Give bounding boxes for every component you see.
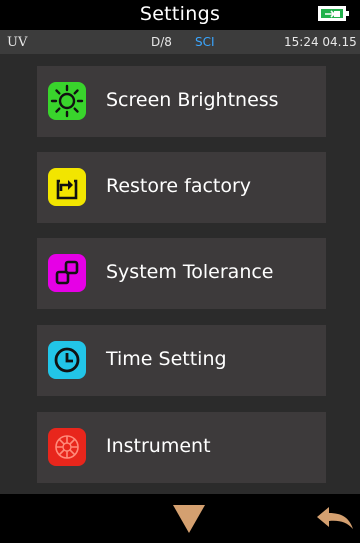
geometry-status: D/8 [151,35,172,49]
menu-item-label: Instrument [106,435,211,457]
menu-item-label: Time Setting [106,348,227,370]
menu-item-instrument[interactable]: Instrument [37,412,326,483]
light-source-status: UV [7,35,28,50]
settings-menu: Screen Brightness Restore factory System… [0,54,360,494]
measure-mode-status: SCI [195,35,215,49]
back-arrow-icon[interactable] [315,503,355,533]
menu-item-label: Screen Brightness [106,89,279,111]
menu-item-label: Restore factory [106,175,252,197]
restore-icon [48,168,86,206]
status-bar: UV D/8 SCI 15:24 04.15 [0,30,360,54]
battery-charging-icon [318,6,349,21]
title-bar: Settings [0,0,360,30]
menu-item-time-setting[interactable]: Time Setting [37,325,326,396]
menu-item-system-tolerance[interactable]: System Tolerance [37,238,326,309]
instrument-icon [48,428,86,466]
down-arrow-icon[interactable] [172,504,206,534]
page-title: Settings [139,3,221,25]
menu-item-screen-brightness[interactable]: Screen Brightness [37,66,326,137]
bottom-bar [0,494,360,543]
brightness-icon [48,82,86,120]
clock-status: 15:24 04.15 [284,35,357,49]
menu-item-restore-factory[interactable]: Restore factory [37,152,326,223]
tolerance-icon [48,254,86,292]
menu-item-label: System Tolerance [106,261,274,283]
clock-icon [48,341,86,379]
